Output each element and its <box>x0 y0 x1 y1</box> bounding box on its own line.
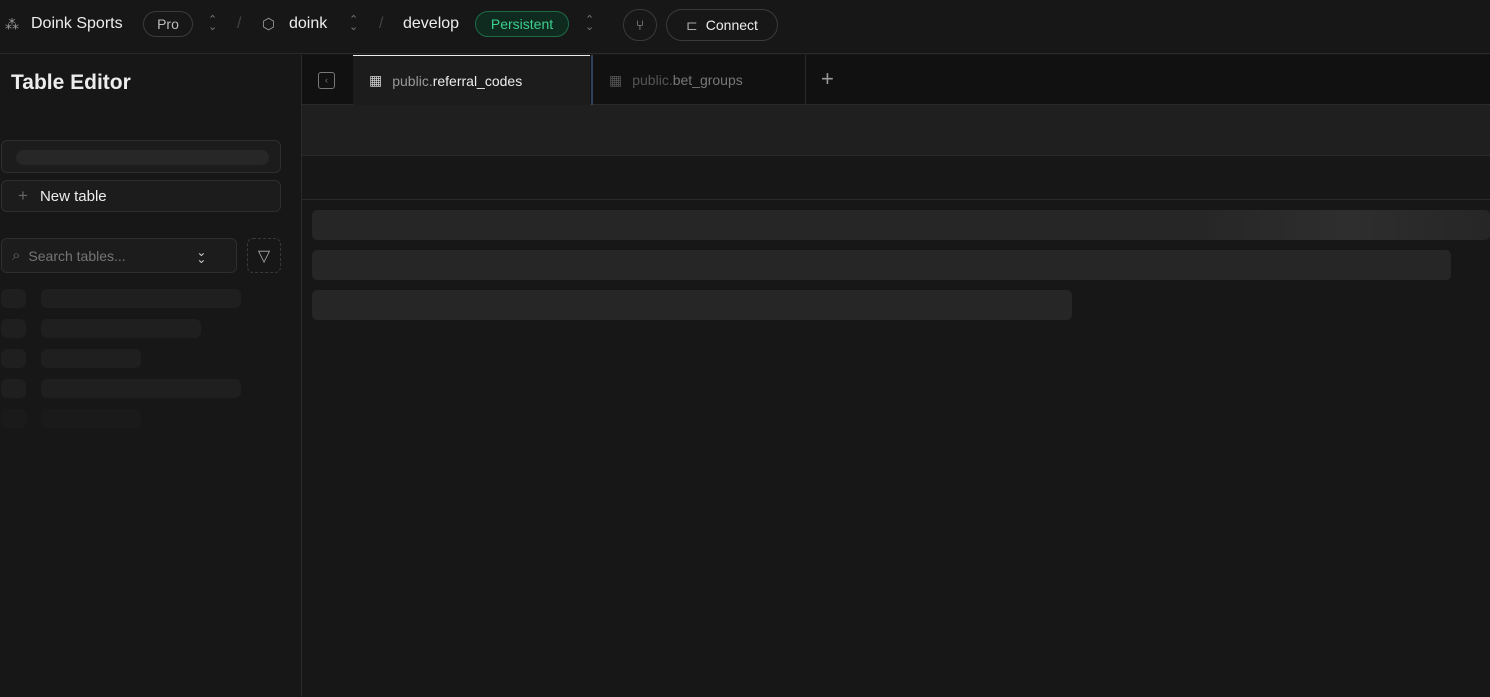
filter-button[interactable]: ▽ <box>247 238 281 273</box>
org-icon: ⁂ <box>5 16 19 32</box>
table-icon: ▦ <box>369 72 383 88</box>
search-field[interactable] <box>28 247 189 264</box>
plan-badge: Pro <box>143 11 193 37</box>
skeleton <box>41 409 141 428</box>
skeleton <box>41 379 241 398</box>
skeleton <box>1 289 26 308</box>
skeleton <box>312 290 1072 320</box>
connect-button[interactable]: ⊏ Connect <box>666 9 778 41</box>
skeleton <box>312 250 1451 280</box>
branch-graph-icon[interactable]: ⑂ <box>623 9 657 41</box>
branch-name[interactable]: develop <box>403 15 459 33</box>
project-switcher-icon[interactable]: ⌃ ⌄ <box>349 15 358 33</box>
table-icon: ▦ <box>609 71 623 88</box>
plus-icon: + <box>18 186 28 205</box>
tab-referral-codes[interactable]: ▦ public.referral_codes <box>353 55 590 105</box>
skeleton <box>1 409 26 428</box>
project-name[interactable]: doink <box>289 15 327 33</box>
plug-icon: ⊏ <box>686 16 698 33</box>
new-table-button[interactable]: + New table <box>1 180 281 212</box>
project-cube-icon: ⬡ <box>262 16 276 33</box>
filter-icon: ▽ <box>257 247 271 265</box>
skeleton <box>41 289 241 308</box>
page-title: Table Editor <box>11 71 131 94</box>
skeleton <box>1 319 26 338</box>
skeleton <box>41 349 141 368</box>
separator: / <box>379 15 384 32</box>
header-row-loading <box>302 156 1490 200</box>
toggle-sidebar-icon[interactable]: ‹ <box>318 72 335 89</box>
search-tables-input[interactable]: ⌕ ⌄⌄ <box>1 238 237 273</box>
skeleton <box>16 150 269 165</box>
branch-badge: Persistent <box>475 11 569 37</box>
toolbar-loading <box>302 105 1490 156</box>
collapse-all-icon[interactable]: ⌄ ⌄ <box>196 246 206 265</box>
top-bar: ⁂ Doink Sports Pro ⌃ ⌄ / ⬡ doink ⌃ ⌄ / dev… <box>0 0 1490 54</box>
add-tab-button[interactable]: + <box>821 66 834 92</box>
tab-bet-groups[interactable]: ▦ public.bet_groups <box>591 55 806 105</box>
skeleton <box>1 379 26 398</box>
separator: / <box>237 15 242 32</box>
skeleton <box>41 319 201 338</box>
tab-bar: ‹ ▦ public.referral_codes ▦ public.bet_g… <box>302 55 1490 105</box>
skeleton <box>312 210 1490 240</box>
tab-label: public.referral_codes <box>392 72 523 89</box>
sidebar: Table Editor + New table ⌕ ⌄⌄ ▽ <box>0 55 302 697</box>
org-switcher-icon[interactable]: ⌃ ⌄ <box>208 15 217 33</box>
search-icon: ⌕ <box>12 247 21 264</box>
skeleton <box>1 349 26 368</box>
schema-selector-loading[interactable] <box>1 140 281 173</box>
tab-label: public.bet_groups <box>632 72 743 88</box>
branch-switcher-icon[interactable]: ⌃ ⌄ <box>585 15 594 33</box>
new-table-label: New table <box>39 187 107 205</box>
connect-label: Connect <box>705 17 758 33</box>
org-name[interactable]: Doink Sports <box>31 15 123 33</box>
